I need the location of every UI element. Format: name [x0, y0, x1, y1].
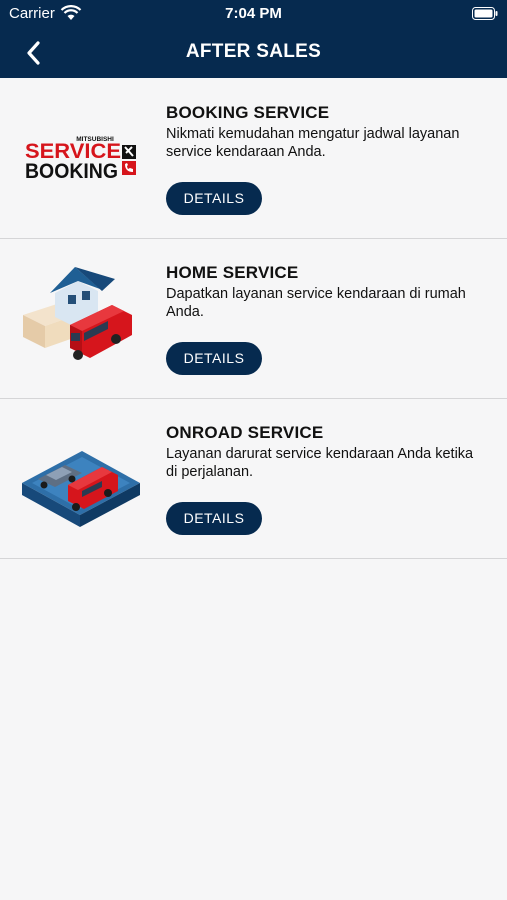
service-title: ONROAD SERVICE: [166, 423, 324, 442]
service-description: Dapatkan layanan service kendaraan di ru…: [166, 286, 466, 320]
wrench-phone-icon: [122, 145, 136, 175]
home-service-illustration: [23, 267, 132, 360]
details-button-onroad[interactable]: DETAILS: [166, 502, 262, 535]
status-bar: Carrier 7:04 PM: [0, 0, 507, 28]
service-text: BOOKING SERVICE Nikmati kemudahan mengat…: [166, 103, 486, 161]
service-description: Nikmati kemudahan mengatur jadwal layana…: [166, 126, 460, 160]
service-list: MITSUBISHI SERVICE BOOKING BOOKING SERVI…: [0, 79, 507, 559]
service-title: BOOKING SERVICE: [166, 103, 330, 122]
service-row-onroad: ONROAD SERVICE Layanan darurat service k…: [0, 399, 507, 559]
service-text: ONROAD SERVICE Layanan darurat service k…: [166, 423, 486, 481]
service-booking-logo: MITSUBISHI SERVICE BOOKING: [25, 136, 136, 183]
details-button-booking[interactable]: DETAILS: [166, 182, 262, 215]
service-text: HOME SERVICE Dapatkan layanan service ke…: [166, 263, 486, 321]
onroad-service-illustration: [22, 451, 140, 527]
service-row-home: HOME SERVICE Dapatkan layanan service ke…: [0, 239, 507, 399]
top-bar: Carrier 7:04 PM AFTER SALES: [0, 0, 507, 78]
service-title: HOME SERVICE: [166, 263, 299, 282]
battery-icon: [472, 7, 498, 20]
navigation-bar: AFTER SALES: [0, 28, 507, 78]
status-time: 7:04 PM: [225, 5, 282, 22]
details-button-home[interactable]: DETAILS: [166, 342, 262, 375]
page-title: AFTER SALES: [185, 41, 322, 62]
service-row-booking: MITSUBISHI SERVICE BOOKING BOOKING SERVI…: [0, 79, 507, 239]
logo-booking-text: BOOKING: [25, 160, 118, 183]
service-description: Layanan darurat service kendaraan Anda k…: [166, 446, 474, 480]
